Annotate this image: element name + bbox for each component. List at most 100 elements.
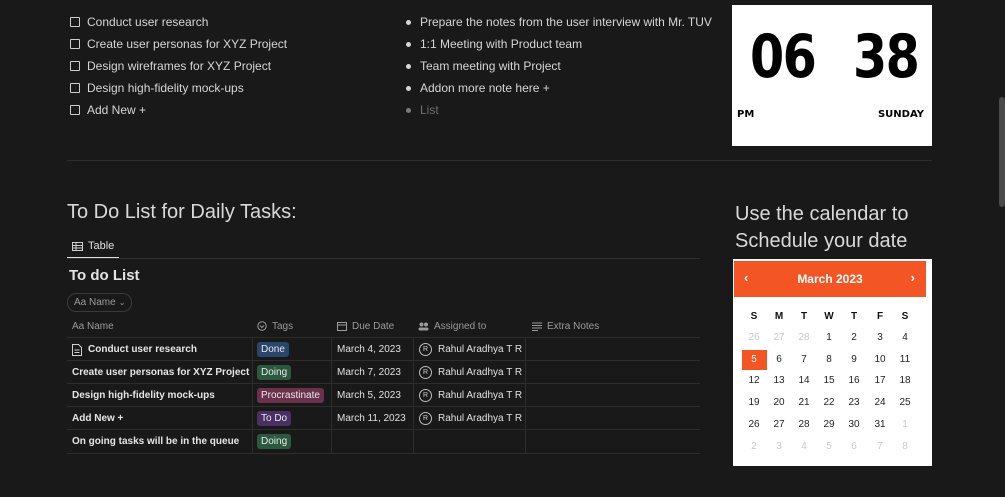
tab-table[interactable]: Table — [67, 235, 120, 259]
calendar-day[interactable]: 26 — [742, 328, 767, 348]
calendar-day[interactable]: 3 — [868, 328, 893, 348]
calendar-day[interactable]: 20 — [767, 393, 792, 413]
note-item[interactable]: 1:1 Meeting with Product team — [406, 35, 582, 53]
calendar-day[interactable]: 21 — [792, 393, 817, 413]
assigned-cell[interactable]: R Rahul Aradhya T R — [419, 407, 522, 430]
calendar-day[interactable]: 17 — [868, 371, 893, 391]
note-item[interactable]: Team meeting with Project — [406, 57, 561, 75]
checkbox[interactable] — [70, 83, 80, 93]
due-date-cell[interactable]: March 4, 2023 — [337, 338, 401, 361]
assigned-cell[interactable]: R Rahul Aradhya T R — [419, 361, 522, 384]
bullet-icon — [406, 19, 411, 25]
note-placeholder[interactable]: List — [406, 101, 439, 119]
task-name-cell[interactable]: Conduct user research — [72, 338, 197, 361]
checkbox[interactable] — [70, 61, 80, 71]
weekday-label: S — [901, 311, 909, 322]
calendar-day[interactable]: 28 — [792, 328, 817, 348]
due-date-cell[interactable]: March 5, 2023 — [337, 384, 401, 407]
checkbox[interactable] — [70, 17, 80, 27]
database-title[interactable]: To do List — [69, 267, 140, 284]
calendar-widget: ‹ March 2023 › S M T W T F S 26 27 28 1 2 3 4 5 6 7 8 9 10 1… — [733, 259, 932, 466]
calendar-day[interactable]: 1 — [893, 415, 918, 435]
note-item[interactable]: Addon more note here + — [406, 79, 550, 97]
task-name-cell[interactable]: Create user personas for XYZ Project — [72, 361, 249, 384]
calendar-day[interactable]: 18 — [893, 371, 918, 391]
calendar-day[interactable]: 11 — [893, 350, 918, 370]
calendar-day[interactable]: 26 — [742, 415, 767, 435]
calendar-day[interactable]: 24 — [868, 393, 893, 413]
calendar-day[interactable]: 25 — [893, 393, 918, 413]
tag-cell[interactable]: Doing — [257, 361, 292, 384]
column-header-extra-notes[interactable]: Extra Notes — [532, 318, 599, 334]
calendar-day[interactable]: 2 — [842, 328, 867, 348]
note-item[interactable]: Prepare the notes from the user intervie… — [406, 13, 712, 31]
calendar-day[interactable]: 29 — [817, 415, 842, 435]
table-row[interactable]: Design high-fidelity mock-ups Procrastina… — [67, 383, 700, 407]
calendar-day[interactable]: 22 — [817, 393, 842, 413]
checkbox[interactable] — [70, 39, 80, 49]
calendar-day[interactable]: 16 — [842, 371, 867, 391]
calendar-day[interactable]: 27 — [767, 328, 792, 348]
calendar-day[interactable]: 9 — [842, 350, 867, 370]
column-header-due-date[interactable]: Due Date — [337, 318, 394, 334]
next-month-button[interactable]: › — [911, 270, 915, 285]
table-row[interactable]: Create user personas for XYZ Project Doin… — [67, 360, 700, 384]
calendar-day[interactable]: 4 — [792, 437, 817, 457]
column-header-assigned[interactable]: Assigned to — [418, 318, 486, 334]
tag-cell[interactable]: Doing — [257, 430, 292, 453]
calendar-day[interactable]: 2 — [742, 437, 767, 457]
checklist-item[interactable]: Conduct user research — [70, 13, 208, 31]
calendar-day[interactable]: 12 — [742, 371, 767, 391]
calendar-day[interactable]: 10 — [868, 350, 893, 370]
column-header-name[interactable]: Aa Name — [72, 318, 114, 334]
column-divider — [252, 430, 253, 453]
checklist-item[interactable]: Design wireframes for XYZ Project — [70, 57, 271, 75]
checkbox[interactable] — [70, 105, 80, 115]
calendar-day[interactable]: 23 — [842, 393, 867, 413]
calendar-day[interactable]: 13 — [767, 371, 792, 391]
calendar-day[interactable]: 1 — [817, 328, 842, 348]
calendar-day-selected[interactable]: 5 — [741, 349, 767, 370]
checklist-item[interactable]: Create user personas for XYZ Project — [70, 35, 287, 53]
assigned-cell[interactable]: R Rahul Aradhya T R — [419, 338, 522, 361]
checklist-item[interactable]: Add New + — [70, 101, 146, 119]
calendar-day[interactable]: 15 — [817, 371, 842, 391]
checklist-item-label: Add New + — [87, 103, 147, 117]
column-divider — [331, 361, 332, 384]
calendar-day[interactable]: 19 — [742, 393, 767, 413]
task-name-cell[interactable]: Design high-fidelity mock-ups — [72, 384, 215, 407]
tab-table-label: Table — [88, 240, 115, 252]
calendar-day[interactable]: 6 — [767, 350, 792, 370]
name-filter-pill[interactable]: Aa Name ⌄ — [67, 293, 133, 312]
calendar-day[interactable]: 7 — [792, 350, 817, 370]
task-name-cell[interactable]: On going tasks will be in the queue — [72, 430, 239, 453]
tag-cell[interactable]: Procrastinate — [257, 384, 324, 407]
calendar-day[interactable]: 5 — [817, 437, 842, 457]
calendar-day[interactable]: 3 — [767, 437, 792, 457]
table-row[interactable]: On going tasks will be in the queue Doing — [67, 429, 700, 453]
task-name-cell[interactable]: Add New + — [72, 407, 123, 430]
assigned-cell[interactable]: R Rahul Aradhya T R — [419, 384, 522, 407]
column-header-tags[interactable]: Tags — [257, 318, 293, 334]
calendar-day[interactable]: 4 — [893, 328, 918, 348]
calendar-day[interactable]: 27 — [767, 415, 792, 435]
calendar-day[interactable]: 8 — [817, 350, 842, 370]
calendar-day[interactable]: 31 — [868, 415, 893, 435]
due-date-cell[interactable]: March 7, 2023 — [337, 361, 401, 384]
calendar-day[interactable]: 14 — [792, 371, 817, 391]
scrollbar-thumb[interactable] — [999, 97, 1005, 207]
calendar-day[interactable]: 28 — [792, 415, 817, 435]
table-row[interactable]: Conduct user research Done March 4, 2023 R R… — [67, 337, 700, 361]
calendar-day[interactable]: 6 — [842, 437, 867, 457]
calendar-day[interactable]: 30 — [842, 415, 867, 435]
checklist-item[interactable]: Design high-fidelity mock-ups — [70, 79, 244, 97]
table-row[interactable]: Add New + To Do March 11, 2023 R Rahul Aradh… — [67, 406, 700, 430]
section-divider — [67, 160, 932, 161]
checklist-item-label: Design wireframes for XYZ Project — [87, 59, 272, 73]
tag-cell[interactable]: To Do — [257, 407, 292, 430]
column-divider — [413, 361, 414, 384]
due-date-cell[interactable]: March 11, 2023 — [337, 407, 406, 430]
calendar-day[interactable]: 8 — [893, 437, 918, 457]
calendar-day[interactable]: 7 — [868, 437, 893, 457]
tag-cell[interactable]: Done — [257, 338, 289, 361]
